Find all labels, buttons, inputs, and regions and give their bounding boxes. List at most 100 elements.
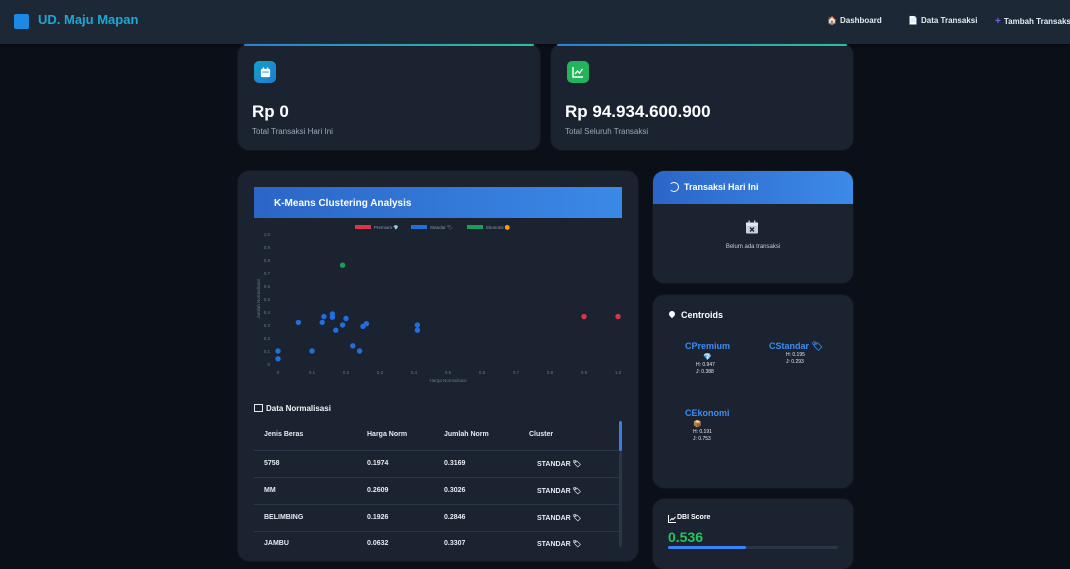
table-cell: 5758 bbox=[264, 460, 280, 467]
x-tick-label: 0.4 bbox=[411, 370, 418, 375]
normalization-title: Data Normalisasi bbox=[266, 404, 331, 413]
x-tick-label: 0.3 bbox=[377, 370, 384, 375]
normalization-section-title: Data Normalisasi bbox=[254, 404, 331, 413]
scatter-point bbox=[295, 319, 302, 326]
centroid-ekonomi-name: CEkonomi bbox=[685, 408, 730, 418]
nav-data-transaksi-label: Data Transaksi bbox=[920, 16, 978, 25]
y-tick-label: 0.5 bbox=[264, 297, 271, 302]
stat-card-total: Rp 94.934.600.900 Total Seluruh Transaks… bbox=[551, 44, 853, 150]
x-tick-label: 1.0 bbox=[615, 370, 622, 375]
scatter-point bbox=[615, 313, 621, 320]
table-cell: 0.1974 bbox=[367, 460, 389, 467]
nav-tambah-transaksi-label: Tambah Transaksi bbox=[1003, 17, 1070, 26]
nav-data-transaksi[interactable]: 📄 Data Transaksi bbox=[908, 16, 977, 25]
y-tick-label: 0.6 bbox=[264, 284, 271, 289]
nav-dashboard-label: Dashboard bbox=[839, 16, 882, 25]
y-tick-label: 0.9 bbox=[264, 245, 271, 250]
y-tick-label: 0.8 bbox=[264, 258, 271, 263]
x-tick-label: 0.5 bbox=[445, 370, 452, 375]
calendar-icon bbox=[254, 61, 276, 83]
chart-title: K-Means Clustering Analysis bbox=[274, 198, 412, 209]
centroid-premium-name: CPremium bbox=[685, 341, 731, 351]
y-tick-label: 0.2 bbox=[264, 336, 271, 341]
table-cell: MM bbox=[264, 487, 276, 494]
centroid-standar-h: H: 0.195 bbox=[786, 352, 805, 358]
nav-dashboard[interactable]: 🏠 Dashboard bbox=[827, 16, 882, 25]
stat-value-total: Rp 94.934.600.900 bbox=[565, 102, 711, 121]
table-cell: 0.2846 bbox=[444, 514, 466, 521]
scatter-point bbox=[356, 348, 363, 354]
centroids-card: Centroids CPremium 💎 H: 0.947 J: 0.388 C… bbox=[653, 295, 853, 488]
cluster-badge: STANDAR 🏷 bbox=[537, 515, 582, 522]
centroid-standar-name: CStandar 🏷 bbox=[769, 341, 823, 351]
stat-label-total: Total Seluruh Transaksi bbox=[565, 127, 649, 136]
column-header: Cluster bbox=[529, 431, 554, 438]
centroids-title: Centroids bbox=[681, 310, 724, 320]
y-tick-label: 0 bbox=[267, 362, 270, 367]
centroid-ekonomi-h: H: 0.191 bbox=[693, 429, 712, 435]
today-banner: Transaksi Hari Ini bbox=[653, 171, 853, 204]
scatter-point bbox=[275, 356, 281, 362]
x-axis-label: Harga Normalisasi bbox=[429, 378, 466, 383]
table-scrollbar[interactable] bbox=[619, 421, 622, 547]
scatter-point bbox=[581, 313, 587, 320]
y-tick-label: 0.1 bbox=[264, 349, 271, 354]
scatter-point bbox=[333, 327, 339, 333]
today-title: Transaksi Hari Ini bbox=[684, 182, 759, 192]
chart-title-banner: K-Means Clustering Analysis bbox=[254, 187, 622, 218]
x-tick-label: 0 bbox=[277, 370, 280, 375]
table-icon bbox=[254, 404, 263, 412]
card-accent-line bbox=[557, 44, 847, 46]
table-cell: 0.3307 bbox=[444, 540, 466, 547]
y-axis-label: Jumlah Normalisasi bbox=[256, 279, 261, 318]
dbi-title: DBI Score bbox=[677, 514, 711, 521]
y-tick-label: 0.3 bbox=[264, 323, 271, 328]
stat-card-today: Rp 0 Total Transaksi Hari Ini bbox=[238, 44, 540, 150]
calendar-x-icon bbox=[745, 220, 759, 234]
centroid-premium-j: J: 0.388 bbox=[696, 369, 714, 375]
gem-icon: 💎 bbox=[703, 354, 712, 361]
legend-swatch bbox=[411, 225, 427, 229]
table-cell: 0.0632 bbox=[367, 540, 389, 547]
column-header: Harga Norm bbox=[367, 431, 408, 438]
scatter-point bbox=[309, 348, 315, 354]
legend-label: Premium 💎 bbox=[374, 225, 399, 230]
brand-logo-icon bbox=[14, 14, 29, 29]
scrollbar-thumb[interactable] bbox=[619, 421, 622, 451]
centroid-premium-h: H: 0.947 bbox=[696, 362, 715, 368]
scatter-plot: 0 0.1 0.2 0.3 0.4 0.5 0.6 0.7 0.8 0.9 1.0 0 0.1 0.2 0.… bbox=[256, 224, 622, 383]
stat-value-today: Rp 0 bbox=[252, 102, 289, 121]
card-accent-line bbox=[244, 44, 534, 46]
brand-name[interactable]: UD. Maju Mapan bbox=[38, 12, 138, 27]
row-divider bbox=[254, 531, 619, 532]
x-tick-label: 0.8 bbox=[547, 370, 554, 375]
box-icon: 📦 bbox=[693, 421, 702, 428]
scatter-point bbox=[414, 327, 421, 333]
chart-line-small-icon bbox=[668, 515, 676, 523]
table-cell: 0.3026 bbox=[444, 487, 466, 494]
x-tick-label: 0.7 bbox=[513, 370, 520, 375]
centroid-standar-j: J: 0.293 bbox=[786, 359, 804, 365]
home-icon: 🏠 bbox=[827, 16, 837, 25]
row-divider bbox=[254, 477, 619, 478]
row-divider bbox=[254, 504, 619, 505]
nav-tambah-transaksi[interactable]: + Tambah Transaksi bbox=[995, 16, 1070, 27]
legend-label: Standar 🏷 bbox=[430, 225, 453, 230]
scatter-point bbox=[275, 348, 281, 354]
stat-label-today: Total Transaksi Hari Ini bbox=[252, 127, 333, 136]
scatter-point bbox=[329, 314, 336, 320]
document-icon: 📄 bbox=[908, 16, 918, 25]
legend-label: Ekonomi 🟠 bbox=[486, 224, 511, 230]
scatter-point bbox=[319, 319, 325, 326]
cluster-badge: STANDAR 🏷 bbox=[537, 488, 582, 495]
x-tick-label: 0.1 bbox=[309, 370, 316, 375]
chart-line-icon bbox=[567, 61, 589, 83]
cluster-badge: STANDAR 🏷 bbox=[537, 541, 582, 548]
scatter-point bbox=[343, 315, 349, 322]
scatter-point bbox=[321, 313, 327, 320]
legend-swatch bbox=[355, 225, 371, 229]
dbi-value: 0.536 bbox=[668, 529, 704, 545]
y-tick-label: 0.4 bbox=[264, 310, 271, 315]
scatter-point bbox=[350, 343, 356, 349]
table-cell: BELIMBING bbox=[264, 514, 304, 521]
